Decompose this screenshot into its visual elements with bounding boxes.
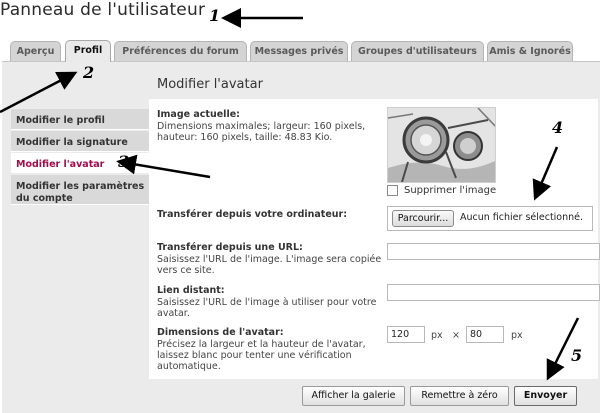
page-title: Panneau de l'utilisateur	[0, 0, 206, 20]
headlamp-photo-icon	[388, 108, 495, 182]
current-image-label: Image actuelle:	[157, 109, 240, 120]
tab-preferences[interactable]: Préférences du forum	[114, 41, 247, 61]
avatar-height-input[interactable]: 80	[466, 326, 504, 343]
remote-link-label: Lien distant:	[157, 285, 225, 296]
annotation-1: 1	[209, 6, 221, 25]
url-upload-input[interactable]	[387, 243, 600, 260]
width-unit: px	[431, 330, 443, 341]
sidebar-item-signature[interactable]: Modifier la signature	[11, 131, 149, 152]
dimensions-description: Précisez la largeur et la hauteur de l'a…	[157, 339, 366, 373]
tab-profil[interactable]: Profil	[65, 40, 111, 62]
browse-button[interactable]: Parcourir...	[392, 210, 454, 227]
annotation-3: 3	[118, 152, 130, 171]
dimension-separator: ×	[452, 330, 460, 341]
dimensions-label: Dimensions de l'avatar:	[157, 327, 284, 338]
remote-link-description: Saisissez l'URL de l'image à utiliser po…	[157, 297, 377, 320]
tab-messages[interactable]: Messages privés	[250, 41, 348, 61]
file-status: Aucun fichier sélectionné.	[460, 212, 584, 223]
tab-groupes[interactable]: Groupes d'utilisateurs	[351, 41, 484, 61]
sidebar-item-account[interactable]: Modifier les paramètres du compte	[11, 175, 149, 205]
avatar-width-input[interactable]: 120	[387, 326, 425, 343]
delete-image-label: Supprimer l'image	[404, 185, 497, 196]
sidebar-item-profile[interactable]: Modifier le profil	[11, 109, 149, 130]
reset-button[interactable]: Remettre à zéro	[410, 386, 509, 406]
annotation-5: 5	[571, 346, 583, 365]
annotation-2: 2	[83, 63, 95, 82]
section-title: Modifier l'avatar	[157, 77, 263, 92]
url-upload-label: Transférer depuis une URL:	[157, 242, 303, 253]
annotation-4: 4	[552, 118, 564, 137]
delete-image-checkbox[interactable]	[387, 185, 398, 196]
height-unit: px	[511, 330, 523, 341]
upload-label: Transférer depuis votre ordinateur:	[157, 209, 348, 220]
tab-amis[interactable]: Amis & Ignorés	[487, 41, 573, 61]
current-avatar-image	[387, 107, 496, 183]
current-image-description: Dimensions maximales; largeur: 160 pixel…	[157, 121, 366, 144]
remote-link-input[interactable]	[387, 284, 600, 301]
submit-button[interactable]: Envoyer	[514, 386, 577, 406]
tab-apercu[interactable]: Aperçu	[10, 41, 61, 61]
gallery-button[interactable]: Afficher la galerie	[302, 386, 405, 406]
url-upload-description: Saisissez l'URL de l'image. L'image sera…	[157, 254, 382, 277]
